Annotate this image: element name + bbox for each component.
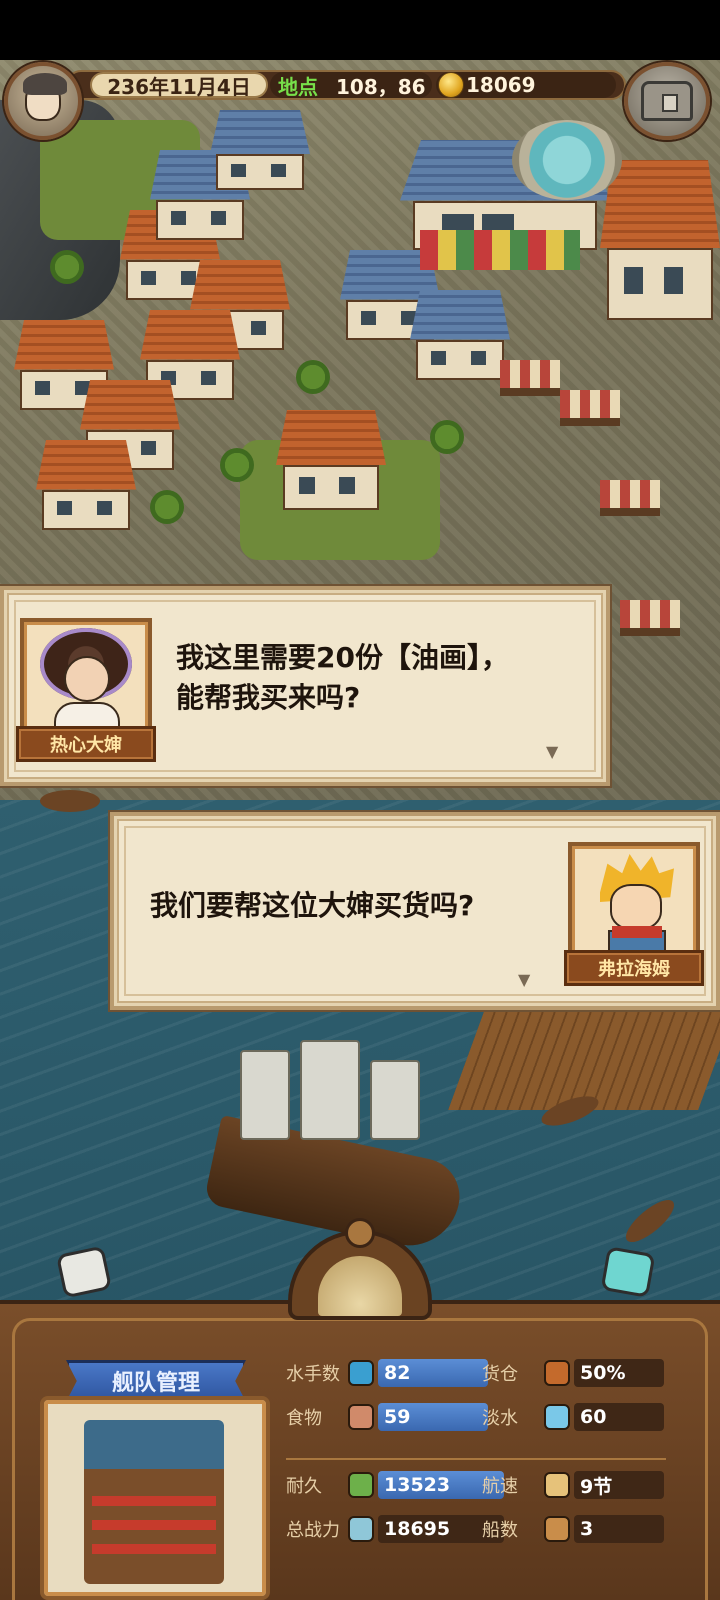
gold-coin-icon <box>438 72 464 98</box>
location-label: 地点 <box>278 74 318 99</box>
dialog-text: 我这里需要20份【油画】， 能帮我买来吗? <box>176 638 596 718</box>
market-stall[interactable] <box>560 390 620 426</box>
palm-tree <box>430 420 464 454</box>
cargo-crate-icon <box>544 1360 570 1386</box>
water-label: 淡水 <box>482 1408 518 1429</box>
npc-portrait <box>20 618 152 742</box>
ship-cutaway-preview[interactable] <box>40 1396 270 1600</box>
player-portrait <box>568 842 700 966</box>
market-stall[interactable] <box>620 600 680 636</box>
treasure-chest-icon <box>641 81 693 121</box>
market-stall[interactable] <box>600 480 660 516</box>
market-stall[interactable] <box>500 360 560 396</box>
cargo-label: 货仓 <box>482 1364 518 1385</box>
dialog-line: 我们要帮这位大婶买货吗? <box>150 889 475 922</box>
ship-count-icon <box>544 1516 570 1542</box>
location-display[interactable]: 地点 108，86 <box>270 72 432 99</box>
speaker-name-plate: 弗拉海姆 <box>564 950 704 986</box>
top-hud: 236年11月4日 地点 108，86 18069 <box>0 60 720 140</box>
palm-tree <box>50 250 84 284</box>
stats-divider <box>286 1458 666 1460</box>
dialog-line: 能帮我买来吗? <box>176 681 361 714</box>
food-label: 食物 <box>286 1408 322 1429</box>
ships-label: 船数 <box>482 1520 518 1541</box>
crossed-swords-icon <box>348 1516 374 1542</box>
meat-icon <box>348 1404 374 1430</box>
dialog-line: 我这里需要20份【油画】， <box>176 641 509 674</box>
speed-value: 9节 <box>574 1471 664 1499</box>
house[interactable] <box>410 290 510 380</box>
ships-value: 3 <box>574 1515 664 1543</box>
sailors-value: 82 <box>378 1359 488 1387</box>
next-arrow-icon[interactable]: ▼ <box>546 742 558 761</box>
treasure-chest-button[interactable] <box>624 62 710 140</box>
palm-tree <box>220 448 254 482</box>
house[interactable] <box>276 410 386 510</box>
cargo-value: 50% <box>574 1359 664 1387</box>
player-avatar-icon[interactable] <box>4 62 82 140</box>
dialog-text: 我们要帮这位大婶买货吗? <box>150 886 550 926</box>
npc-dialog-box[interactable]: 热心大婶 我这里需要20份【油画】， 能帮我买来吗? ▼ <box>0 586 610 786</box>
wheel-knob <box>345 1218 375 1248</box>
sailors-label: 水手数 <box>286 1364 340 1385</box>
house[interactable] <box>36 440 136 530</box>
speaker-name-plate: 热心大婶 <box>16 726 156 762</box>
hull-repair-icon <box>348 1472 374 1498</box>
sail-speed-icon <box>544 1472 570 1498</box>
location-coords: 108，86 <box>336 74 426 99</box>
palm-tree <box>150 490 184 524</box>
palm-tree <box>296 360 330 394</box>
food-value: 59 <box>378 1403 488 1431</box>
sailor-icon <box>348 1360 374 1386</box>
water-jug-icon <box>544 1404 570 1430</box>
house[interactable] <box>600 160 720 320</box>
durability-label: 耐久 <box>286 1476 322 1497</box>
next-arrow-icon[interactable]: ▼ <box>518 970 530 989</box>
water-value: 60 <box>574 1403 664 1431</box>
rowboat <box>40 790 100 812</box>
world-map-icon <box>318 1256 402 1316</box>
player-ship[interactable] <box>200 1040 470 1256</box>
speed-label: 航速 <box>482 1476 518 1497</box>
player-dialog-box[interactable]: 我们要帮这位大婶买货吗? 弗拉海姆 ▼ <box>110 812 720 1010</box>
game-date: 236年11月4日 <box>90 72 268 99</box>
market-awnings <box>420 230 580 270</box>
power-label: 总战力 <box>286 1520 340 1541</box>
right-cube-mascot-icon[interactable] <box>600 1246 656 1298</box>
